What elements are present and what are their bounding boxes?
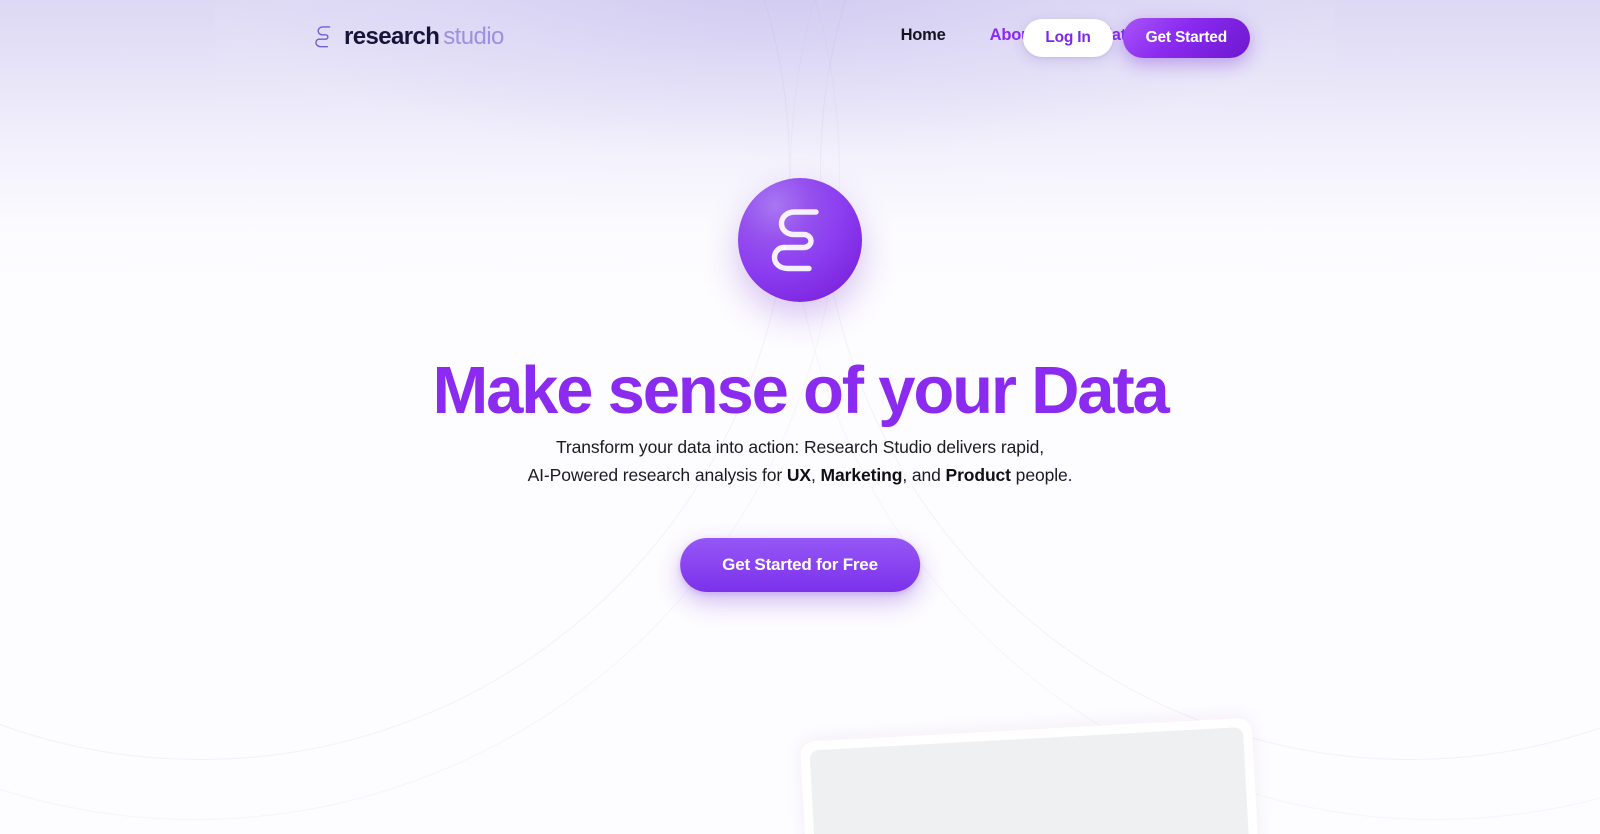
brand-logo-text: research studio <box>344 25 504 49</box>
hero-keyword-marketing: Marketing <box>820 464 903 485</box>
log-in-button[interactable]: Log In <box>1023 19 1113 57</box>
hero-cta-wrapper: Get Started for Free <box>680 538 920 592</box>
hero-sep-1: , <box>811 464 821 485</box>
product-preview-screen <box>809 727 1255 834</box>
s-loop-icon <box>771 209 819 272</box>
hero-subheadline-line2-pre: AI-Powered research analysis for <box>527 464 787 485</box>
hero-subheadline: Transform your data into action: Researc… <box>0 434 1600 489</box>
nav-item-home[interactable]: Home <box>901 26 946 45</box>
get-started-for-free-button[interactable]: Get Started for Free <box>680 538 920 592</box>
hero-keyword-product: Product <box>945 464 1012 485</box>
hero-subheadline-line1: Transform your data into action: Researc… <box>555 437 1045 457</box>
header-actions: Log In Get Started <box>1023 18 1250 58</box>
hero-headline: Make sense of your Data <box>432 353 1169 428</box>
site-header: researchstudio Home About Updates Contac… <box>0 0 1600 76</box>
brand-name-bold: research <box>344 23 440 50</box>
hero-keyword-ux: UX <box>786 464 812 485</box>
s-loop-icon <box>315 26 331 48</box>
product-preview-card[interactable] <box>800 717 1265 834</box>
landing-page: researchstudio Home About Updates Contac… <box>0 0 1600 834</box>
hero-logo-badge <box>738 178 862 302</box>
brand-logo[interactable]: research studio <box>314 24 504 50</box>
hero-sep-2: , and <box>902 464 946 485</box>
hero-subheadline-line2-post: people. <box>1010 464 1073 485</box>
brand-name-light: studio <box>443 23 504 50</box>
get-started-button[interactable]: Get Started <box>1122 18 1250 58</box>
